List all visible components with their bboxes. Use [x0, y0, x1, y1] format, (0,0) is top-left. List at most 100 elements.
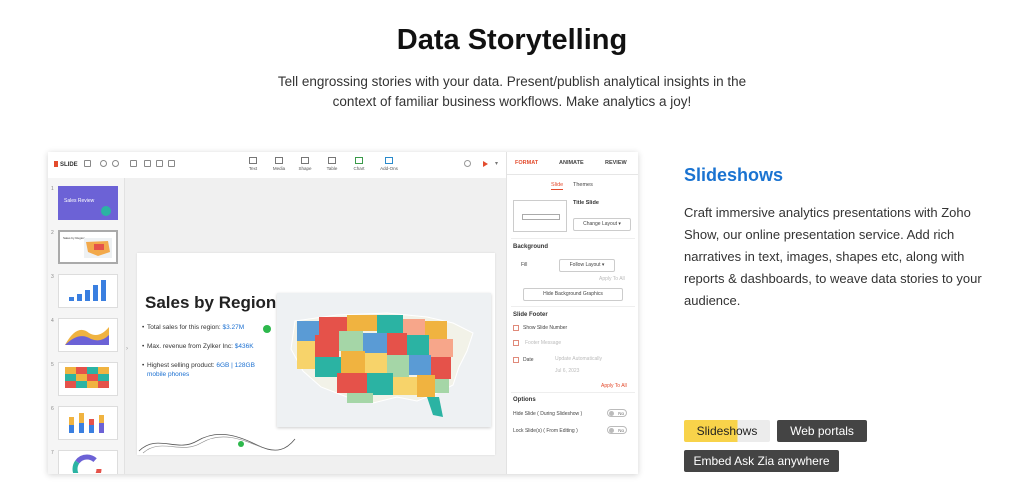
undo-icon[interactable] [100, 160, 107, 167]
toolbar-text-button[interactable]: Text [242, 157, 264, 171]
copy-icon[interactable] [156, 160, 163, 167]
footer-message-checkbox[interactable] [513, 340, 519, 346]
presentation-app-screenshot: SLIDE Text Media Shape Table Chart Add-O… [48, 152, 638, 474]
text-icon [249, 157, 257, 164]
footer-message-input[interactable]: Footer Message [525, 340, 561, 346]
format-painter-icon[interactable] [130, 160, 137, 167]
collapse-arrow-icon[interactable]: › [126, 346, 128, 352]
stacked-bar-mini-icon [69, 413, 104, 433]
date-auto-field[interactable]: Update Automatically [555, 356, 602, 362]
chevron-down-icon[interactable]: ▾ [495, 160, 498, 167]
bullet-text: Total sales for this region: [147, 324, 223, 331]
settings-icon[interactable] [464, 160, 471, 167]
panel-tabs: FORMAT ANIMATE REVIEW [507, 152, 638, 175]
bullet-value: $436K [234, 343, 254, 350]
toolbar-text-label: Text [248, 166, 258, 171]
app-logo: SLIDE [54, 161, 78, 168]
fill-select-value: Follow Layout [569, 262, 601, 268]
highlight-dot-icon [263, 325, 271, 333]
slide-thumbnail-3[interactable] [58, 274, 118, 308]
section-title: Slideshows [684, 165, 784, 185]
hide-slide-toggle[interactable]: No [607, 409, 627, 417]
subtab-slide[interactable]: Slide [551, 182, 564, 190]
slide-title[interactable]: Sales by Region [145, 293, 276, 313]
change-layout-label: Change Layout [583, 221, 617, 227]
thumb-title: Sales Review [64, 198, 95, 204]
toolbar-chart-label: Chart [353, 166, 365, 171]
heatmap-mini-icon [65, 367, 109, 388]
plant-icon [101, 206, 111, 216]
current-slide[interactable]: Sales by Region Total sales for this reg… [137, 253, 495, 455]
hide-slide-label: Hide Slide ( During Slideshow ) [513, 411, 583, 417]
toolbar-shape-button[interactable]: Shape [294, 157, 316, 171]
grid-icon[interactable] [84, 160, 91, 167]
panel-divider [511, 392, 635, 393]
area-chart-mini-icon [65, 327, 109, 345]
tab-format[interactable]: FORMAT [515, 160, 538, 166]
redo-icon[interactable] [112, 160, 119, 167]
bullet-text: Max. revenue from Zylker Inc: [147, 343, 235, 350]
section-description: Craft immersive analytics presentations … [684, 205, 982, 308]
date-label: Date [523, 357, 534, 363]
toolbar-table-button[interactable]: Table [321, 157, 343, 171]
slide-thumbnail-7[interactable] [58, 450, 118, 474]
media-icon [275, 157, 283, 164]
format-panel: FORMAT ANIMATE REVIEW Slide Themes Title… [506, 152, 638, 474]
shape-icon [301, 157, 309, 164]
subtab-themes[interactable]: Themes [573, 182, 593, 188]
apply-to-all-link[interactable]: Apply To All [601, 383, 627, 389]
show-slide-number-checkbox[interactable] [513, 325, 519, 331]
toolbar-media-label: Media [272, 166, 286, 171]
paste-icon[interactable] [168, 160, 175, 167]
page-title: Data Storytelling [396, 24, 628, 56]
us-choropleth-map-icon [290, 312, 474, 417]
slide-thumbnail-6[interactable] [58, 406, 118, 440]
page-subtitle: Tell engrossing stories with your data. … [277, 74, 747, 109]
editor-toolbar: SLIDE Text Media Shape Table Chart Add-O… [48, 152, 506, 179]
play-icon[interactable] [483, 161, 488, 167]
app-logo-text: SLIDE [60, 162, 78, 168]
background-label: Background [513, 244, 549, 250]
tab-animate[interactable]: ANIMATE [559, 160, 584, 166]
date-value-field[interactable]: Jul 6, 2023 [555, 368, 579, 374]
options-label: Options [513, 397, 536, 403]
slide-thumbnail-5[interactable] [58, 362, 118, 396]
toolbar-shape-label: Shape [298, 166, 312, 171]
title-slide-label: Title Slide [573, 200, 599, 206]
us-map-mini-icon: Sales by Region [63, 236, 112, 258]
cut-icon[interactable] [144, 160, 151, 167]
tab-review[interactable]: REVIEW [605, 160, 627, 166]
slide-canvas[interactable]: › Sales by Region Total sales for this r… [125, 178, 506, 474]
donut-chart-mini-icon [72, 454, 102, 474]
toolbar-media-button[interactable]: Media [268, 157, 290, 171]
change-layout-button[interactable]: Change Layout ▾ [573, 218, 631, 231]
toolbar-chart-button[interactable]: Chart [348, 157, 370, 171]
logo-mark-icon [54, 161, 58, 167]
slide-thumbnail-2[interactable]: Sales by Region [58, 230, 118, 264]
fill-select[interactable]: Follow Layout ▾ [559, 259, 615, 272]
toolbar-addons-button[interactable]: Add-Ons [378, 157, 400, 171]
panel-divider [511, 238, 635, 239]
decorative-swirl-icon [138, 434, 296, 454]
bullet-value: $3.27M [222, 324, 245, 331]
slide-thumbnail-1[interactable]: Sales Review [58, 186, 118, 220]
hide-background-button[interactable]: Hide Background Graphics [523, 288, 623, 301]
addons-icon [385, 157, 393, 164]
thumb-number: 4 [51, 318, 54, 324]
layout-preview[interactable] [513, 200, 567, 232]
fill-label: Fill [521, 262, 528, 268]
slide-footer-label: Slide Footer [513, 312, 548, 318]
apply-all-faded-link: Apply To All [599, 276, 625, 282]
table-icon [328, 157, 336, 164]
chip-web-portals[interactable]: Web portals [777, 420, 867, 442]
thumb-number: 6 [51, 406, 54, 412]
date-checkbox[interactable] [513, 357, 519, 363]
show-slide-number-label: Show Slide Number [523, 325, 568, 331]
chart-icon [355, 157, 363, 164]
chip-embed-ask-zia[interactable]: Embed Ask Zia anywhere [684, 450, 839, 472]
us-map-chart[interactable] [277, 293, 491, 427]
slide-bullet-2: Max. revenue from Zylker Inc: $436K [142, 342, 277, 351]
chip-slideshows[interactable]: Slideshows [684, 420, 770, 442]
slide-thumbnail-4[interactable] [58, 318, 118, 352]
lock-slide-toggle[interactable]: No [607, 426, 627, 434]
